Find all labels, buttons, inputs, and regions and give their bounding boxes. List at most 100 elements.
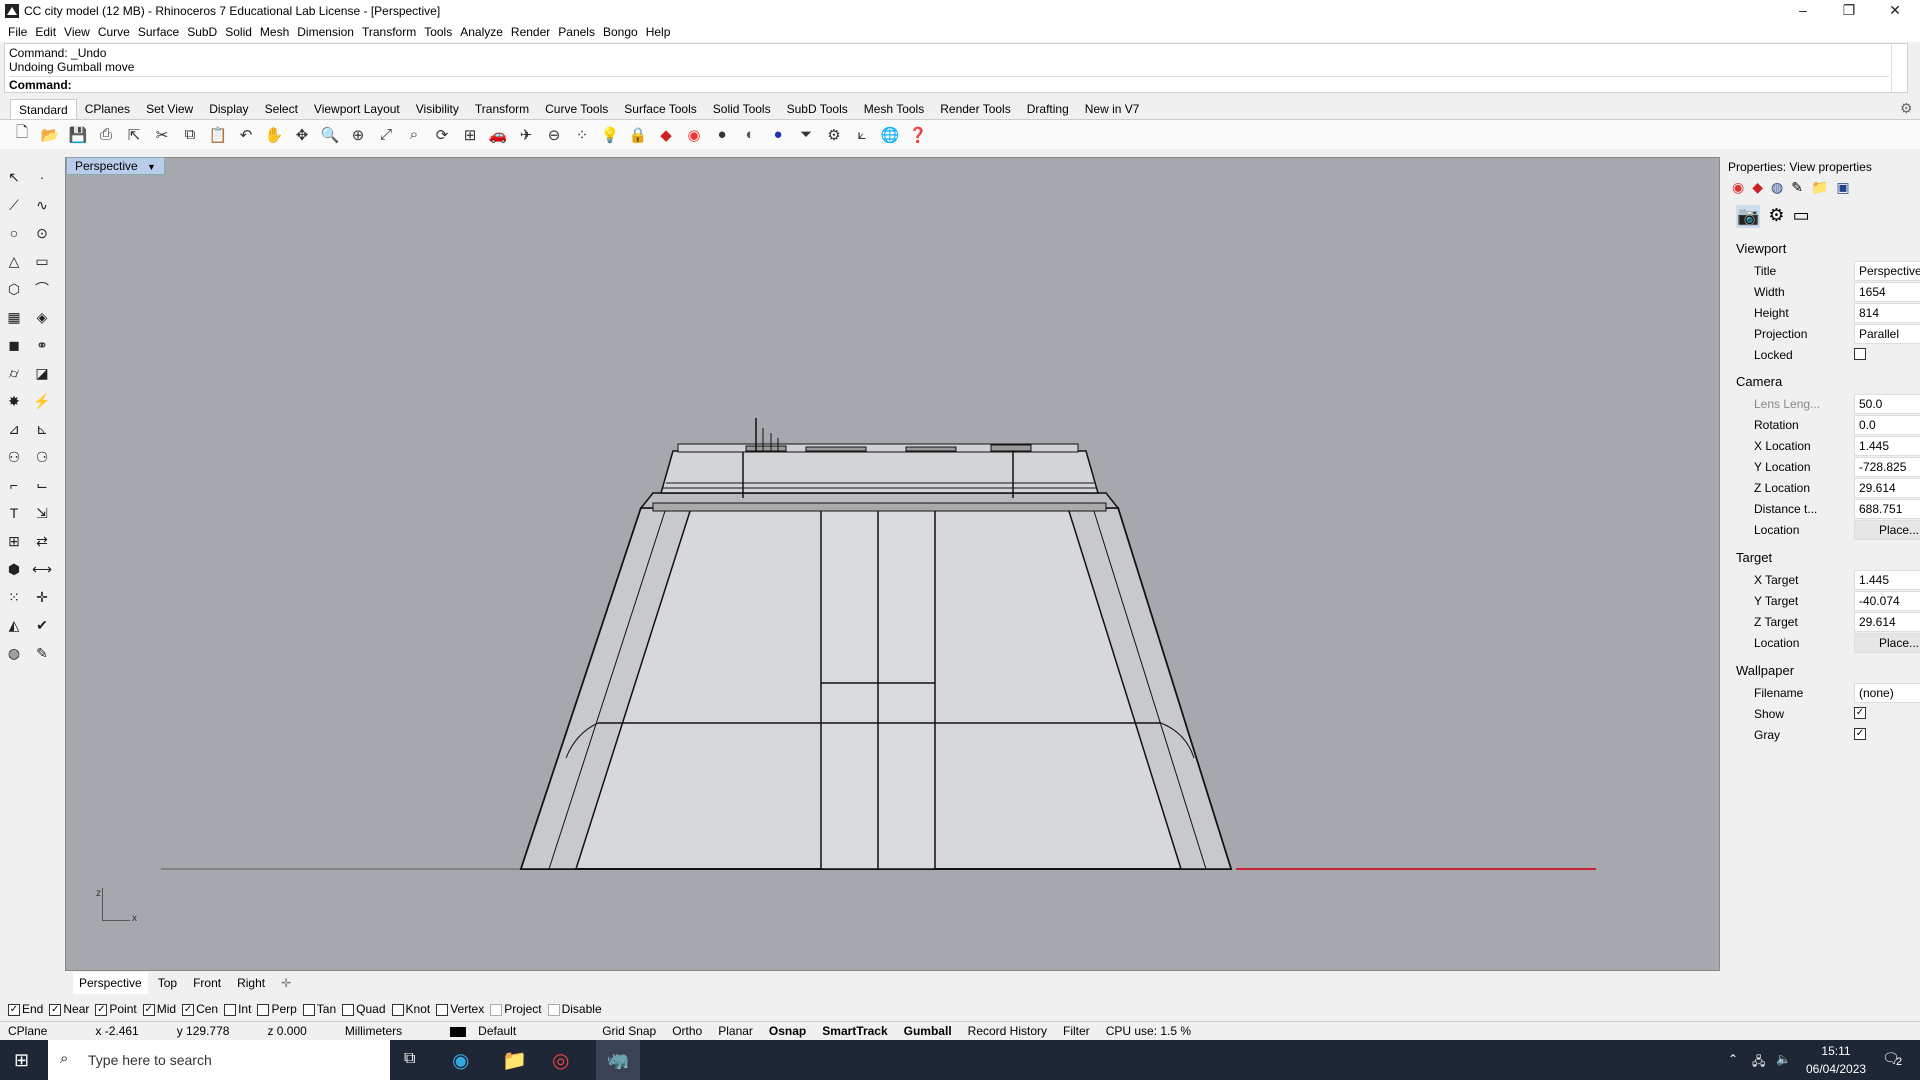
osnap-point[interactable]: ✓ Point bbox=[95, 1002, 137, 1016]
status-smarttrack[interactable]: SmartTrack bbox=[814, 1024, 895, 1038]
add-view-icon[interactable]: ✛ bbox=[275, 972, 297, 994]
maximize-button[interactable]: ❐ bbox=[1826, 0, 1872, 22]
pan-icon[interactable]: ✋ bbox=[262, 123, 286, 147]
menu-panels[interactable]: Panels bbox=[558, 22, 603, 42]
render-icon[interactable]: ◍ bbox=[2, 641, 26, 665]
tab-render-tools[interactable]: Render Tools bbox=[932, 99, 1019, 119]
location-place-button[interactable]: Place... bbox=[1854, 520, 1920, 540]
osnap-near[interactable]: ✓ Near bbox=[49, 1002, 89, 1016]
zoom-window-icon[interactable]: ⊕ bbox=[346, 123, 370, 147]
ungroup-icon[interactable]: ⚆ bbox=[30, 445, 54, 469]
osnap-tan[interactable]: Tan bbox=[302, 1002, 336, 1016]
circle-icon[interactable]: ○ bbox=[2, 221, 26, 245]
menu-solid[interactable]: Solid bbox=[225, 22, 260, 42]
projection-select[interactable]: Parallel bbox=[1854, 324, 1920, 344]
dimension-tool-icon[interactable]: ⟷ bbox=[30, 557, 54, 581]
zoom-icon[interactable]: 🔍 bbox=[318, 123, 342, 147]
lock-icon[interactable]: 🔒 bbox=[626, 123, 650, 147]
zoom-extents-icon[interactable]: ⤢ bbox=[374, 123, 398, 147]
move-view-icon[interactable]: ✥ bbox=[290, 123, 314, 147]
clock-date[interactable]: 06/04/2023 bbox=[1806, 1062, 1866, 1076]
split-icon[interactable]: ⚡ bbox=[30, 389, 54, 413]
rotation-field[interactable]: 0.0 bbox=[1854, 415, 1920, 435]
status-gumball[interactable]: Gumball bbox=[896, 1024, 960, 1038]
menu-tools[interactable]: Tools bbox=[424, 22, 460, 42]
brush-tab-icon[interactable]: ✎ bbox=[1791, 179, 1803, 196]
perspective-viewport[interactable]: z x bbox=[65, 157, 1720, 971]
options-icon[interactable]: ⚙ bbox=[822, 123, 846, 147]
fillet-icon[interactable]: ⌐ bbox=[2, 473, 26, 497]
osnap-perp[interactable]: Perp bbox=[257, 1002, 297, 1016]
layer-icon[interactable]: ◆ bbox=[654, 123, 678, 147]
tab-viewport-layout[interactable]: Viewport Layout bbox=[306, 99, 408, 119]
close-button[interactable]: ✕ bbox=[1872, 0, 1918, 22]
x-location-field[interactable]: 1.445 bbox=[1854, 436, 1920, 456]
check-icon[interactable]: ✔ bbox=[30, 613, 54, 637]
osnap-near-checkbox[interactable]: ✓ bbox=[49, 1003, 62, 1016]
status-filter[interactable]: Filter bbox=[1055, 1024, 1098, 1038]
osnap-vertex[interactable]: Vertex bbox=[436, 1002, 484, 1016]
globe-icon[interactable]: 🌐 bbox=[878, 123, 902, 147]
view-tab-perspective[interactable]: Perspective bbox=[73, 972, 148, 994]
osnap-int-checkbox[interactable] bbox=[224, 1003, 237, 1016]
solid-icon[interactable]: ⬢ bbox=[2, 557, 26, 581]
viewport-title[interactable]: Perspective ▼ bbox=[66, 157, 165, 175]
osnap-project-checkbox[interactable] bbox=[490, 1003, 503, 1016]
help-icon[interactable]: ❓ bbox=[906, 123, 930, 147]
rhino-taskbar-icon[interactable]: 🦏 bbox=[596, 1040, 640, 1080]
osnap-quad-checkbox[interactable] bbox=[342, 1003, 355, 1016]
menu-curve[interactable]: Curve bbox=[98, 22, 138, 42]
status-planar[interactable]: Planar bbox=[710, 1024, 761, 1038]
command-scrollbar[interactable] bbox=[1891, 44, 1907, 92]
plane-icon[interactable]: ✈ bbox=[514, 123, 538, 147]
light-tool-icon[interactable]: ✎ bbox=[30, 641, 54, 665]
arc-icon[interactable]: ⌒ bbox=[30, 277, 54, 301]
menu-file[interactable]: File bbox=[8, 22, 35, 42]
osnap-mid[interactable]: ✓ Mid bbox=[142, 1002, 176, 1016]
filename-field[interactable]: (none) bbox=[1854, 683, 1920, 703]
tab-transform[interactable]: Transform bbox=[467, 99, 537, 119]
edge-icon[interactable]: ◉ bbox=[452, 1048, 469, 1073]
locked-checkbox[interactable] bbox=[1854, 348, 1866, 360]
height-field[interactable]: 814 bbox=[1854, 303, 1920, 323]
select-icon[interactable]: ↖ bbox=[2, 165, 26, 189]
menu-analyze[interactable]: Analyze bbox=[460, 22, 511, 42]
z-target-field[interactable]: 29.614 bbox=[1854, 612, 1920, 632]
chamfer-icon[interactable]: ⌙ bbox=[30, 473, 54, 497]
undo-icon[interactable]: ↶ bbox=[234, 123, 258, 147]
menu-subd[interactable]: SubD bbox=[187, 22, 225, 42]
tab-visibility[interactable]: Visibility bbox=[408, 99, 467, 119]
lens-field[interactable]: 50.0 bbox=[1854, 394, 1920, 414]
menu-dimension[interactable]: Dimension bbox=[297, 22, 362, 42]
rectangle-icon[interactable]: ▭ bbox=[30, 249, 54, 273]
osnap-int[interactable]: Int bbox=[224, 1002, 251, 1016]
tab-drafting[interactable]: Drafting bbox=[1019, 99, 1077, 119]
menu-bongo[interactable]: Bongo bbox=[603, 22, 646, 42]
triangle-icon[interactable]: △ bbox=[2, 249, 26, 273]
loft-icon[interactable]: ◈ bbox=[30, 305, 54, 329]
polyline-icon[interactable]: ⟋ bbox=[2, 193, 26, 217]
osnap-disable-checkbox[interactable] bbox=[547, 1003, 560, 1016]
osnap-point-checkbox[interactable]: ✓ bbox=[95, 1003, 108, 1016]
osnap-mid-checkbox[interactable]: ✓ bbox=[142, 1003, 155, 1016]
tab-display[interactable]: Display bbox=[201, 99, 256, 119]
folder-tab-icon[interactable]: 📁 bbox=[1811, 179, 1828, 196]
plane-surface-icon[interactable]: ◪ bbox=[30, 361, 54, 385]
taskbar-search[interactable]: ⌕ Type here to search bbox=[48, 1040, 390, 1080]
surface-icon[interactable]: ▦ bbox=[2, 305, 26, 329]
width-field[interactable]: 1654 bbox=[1854, 282, 1920, 302]
status-cplane[interactable]: CPlane bbox=[0, 1024, 55, 1038]
tab-cplanes[interactable]: CPlanes bbox=[77, 99, 138, 119]
export-icon[interactable]: ⇱ bbox=[122, 123, 146, 147]
osnap-perp-checkbox[interactable] bbox=[257, 1003, 270, 1016]
tab-new-in-v7[interactable]: New in V7 bbox=[1077, 99, 1148, 119]
target-place-button[interactable]: Place... bbox=[1854, 633, 1920, 653]
cylinder-icon[interactable]: ⌭ bbox=[2, 361, 26, 385]
mirror-icon[interactable]: ⇄ bbox=[30, 529, 54, 553]
tab-standard[interactable]: Standard bbox=[10, 99, 77, 119]
explode-icon[interactable]: ✸ bbox=[2, 389, 26, 413]
group-icon[interactable]: ⚇ bbox=[2, 445, 26, 469]
display-tab-icon[interactable]: ▣ bbox=[1836, 179, 1849, 196]
material-tab-icon[interactable]: ◆ bbox=[1752, 179, 1763, 196]
new-file-icon[interactable]: 🗋 bbox=[10, 123, 34, 147]
